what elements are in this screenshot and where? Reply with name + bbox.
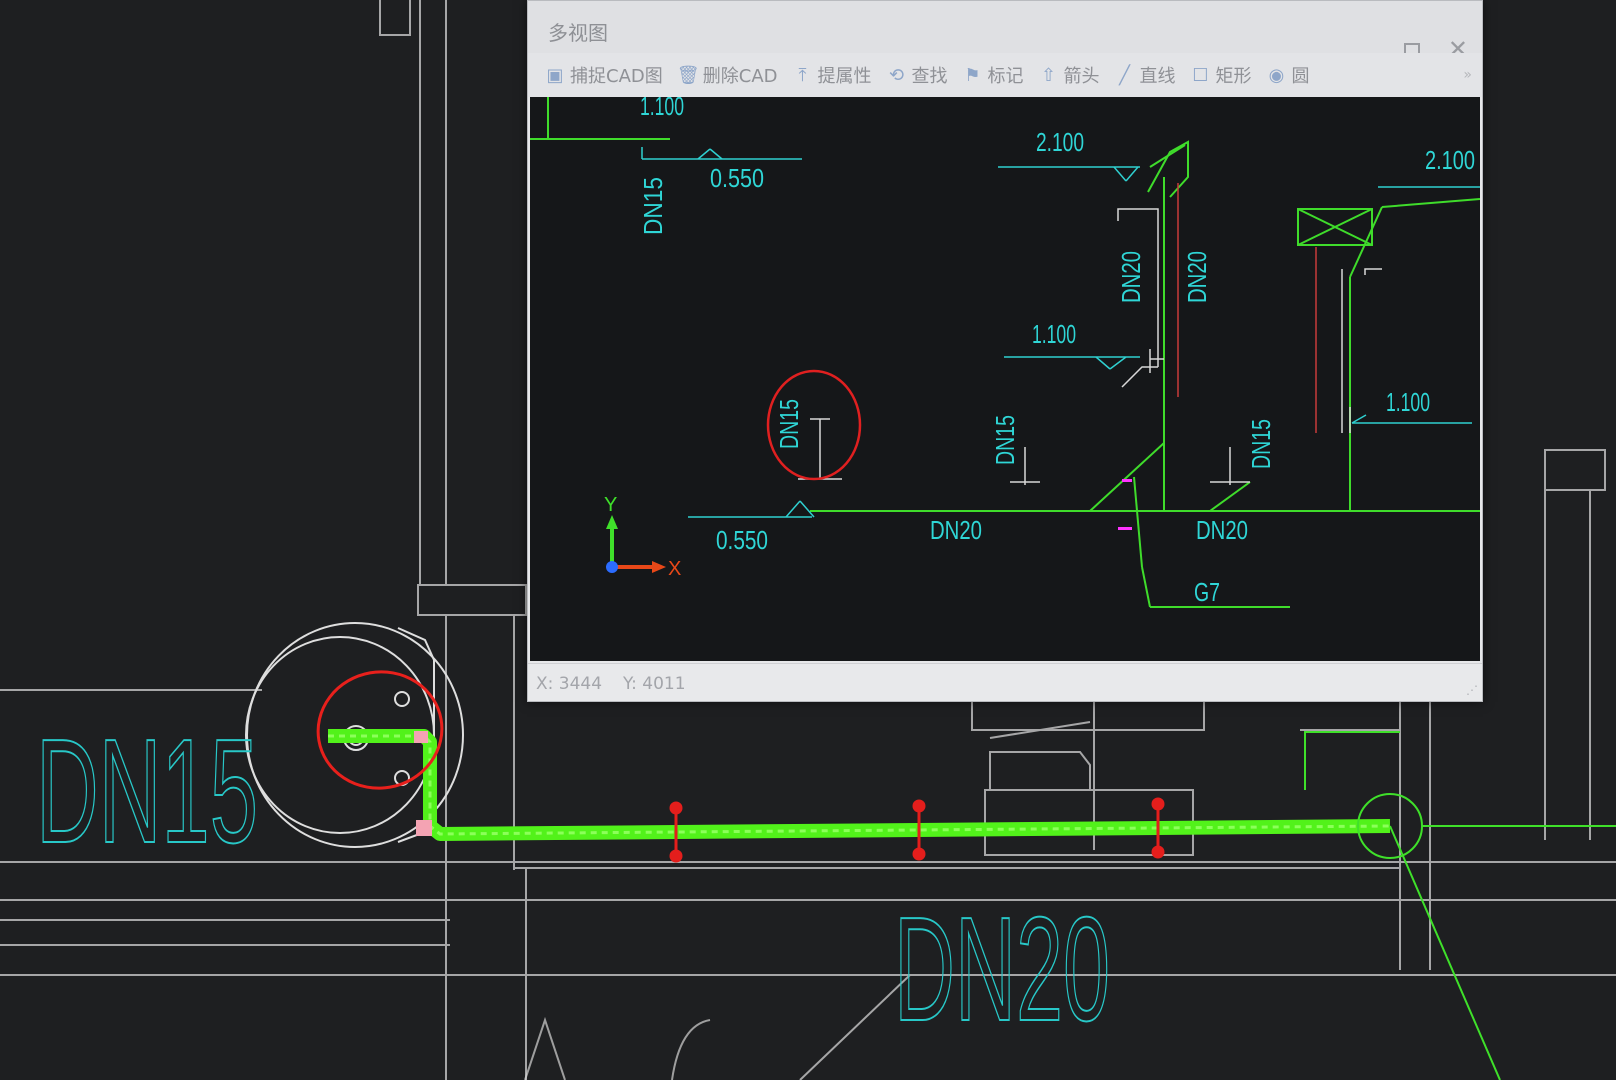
- line-icon: ╱: [1119, 64, 1130, 86]
- button-label: 标记: [987, 66, 1024, 87]
- button-label: 删除CAD: [702, 66, 778, 87]
- button-label: 查找: [911, 66, 948, 87]
- capture-cad-button[interactable]: ▣ 捕捉CAD图: [538, 55, 671, 95]
- dn20-label: DN20: [894, 887, 1110, 1052]
- pipe-label: DN15: [990, 415, 1020, 465]
- pipe-label: DN20: [930, 515, 982, 545]
- elevation-label: 2.100: [1036, 127, 1084, 157]
- extract-property-icon: ⤒: [798, 64, 807, 86]
- multiview-viewport[interactable]: 1.100 0.550 2.100 1.100 2.100 1.100 0.55…: [530, 97, 1480, 661]
- button-label: 提属性: [817, 66, 872, 87]
- resize-grip-icon[interactable]: ⋰: [1466, 683, 1478, 697]
- delete-cad-button[interactable]: 🗑 删除CAD: [671, 55, 786, 95]
- toolbar-overflow-icon[interactable]: »: [1463, 67, 1472, 83]
- x-coordinate-readout: X: 3444: [536, 674, 603, 694]
- window-title: 多视图: [548, 21, 608, 45]
- find-icon: ⟲: [888, 64, 905, 86]
- riser-label: G7: [1194, 577, 1220, 607]
- pipe-label: DN20: [1196, 515, 1248, 545]
- button-label: 直线: [1139, 66, 1176, 87]
- cad-capture-icon: ▣: [546, 64, 564, 86]
- system-diagram: 1.100 0.550 2.100 1.100 2.100 1.100 0.55…: [530, 97, 1480, 608]
- svg-text:DN15: DN15: [1246, 419, 1276, 469]
- button-label: 箭头: [1063, 66, 1100, 87]
- cad-markers: [1118, 479, 1132, 530]
- elevation-label: 1.100: [1386, 387, 1430, 417]
- elevation-label: 2.100: [1425, 145, 1475, 175]
- button-label: 捕捉CAD图: [570, 66, 663, 87]
- elevation-label: 1.100: [1032, 319, 1076, 349]
- elevation-label: 0.550: [710, 163, 764, 193]
- arrow-button[interactable]: ⇧ 箭头: [1032, 55, 1108, 95]
- arrow-icon: ⇧: [1040, 64, 1057, 86]
- circle-button[interactable]: ◉ 圆: [1260, 55, 1318, 95]
- ucs-axis-icon: Y X: [604, 494, 681, 580]
- find-button[interactable]: ⟲ 查找: [880, 55, 956, 95]
- button-label: 矩形: [1215, 66, 1252, 87]
- axis-y-label: Y: [604, 494, 617, 516]
- pipe-label: DN20: [1116, 251, 1146, 303]
- circle-icon: ◉: [1268, 64, 1285, 86]
- riser-symbol: [1304, 731, 1616, 1080]
- dn15-label: DN15: [36, 709, 258, 874]
- button-label: 圆: [1291, 66, 1310, 87]
- elevation-label: 0.550: [716, 525, 768, 555]
- selected-pipe[interactable]: [328, 729, 1391, 841]
- partial-text-bottom: [524, 1016, 711, 1080]
- extract-property-button[interactable]: ⤒ 提属性: [786, 55, 880, 95]
- window-titlebar[interactable]: 多视图 ✕: [528, 1, 1482, 63]
- trash-icon: 🗑: [676, 64, 700, 86]
- line-button[interactable]: ╱ 直线: [1108, 55, 1184, 95]
- y-coordinate-readout: Y: 4011: [623, 674, 686, 694]
- window-statusbar: X: 3444 Y: 4011 ⋰: [528, 663, 1482, 701]
- pipe-label-dn15-right: DN15: [1246, 419, 1276, 469]
- rectangle-icon: ☐: [1192, 64, 1209, 86]
- multiview-window[interactable]: 多视图 ✕ ▣ 捕捉CAD图 🗑 删除CAD ⤒ 提属性 ⟲ 查找 ⚑ 标记 ⇧ 箭头 ╱ 直…: [527, 0, 1483, 702]
- axis-x-label: X: [668, 558, 681, 580]
- elevation-label: 1.100: [640, 97, 684, 121]
- window-toolbar: ▣ 捕捉CAD图 🗑 删除CAD ⤒ 提属性 ⟲ 查找 ⚑ 标记 ⇧ 箭头 ╱ 直线 ☐ 矩形 …: [528, 53, 1482, 97]
- pipe-label: DN15: [638, 177, 668, 235]
- mark-button[interactable]: ⚑ 标记: [956, 55, 1032, 95]
- mark-icon: ⚑: [964, 64, 981, 86]
- pipe-label: DN20: [1182, 251, 1212, 303]
- rectangle-button[interactable]: ☐ 矩形: [1184, 55, 1260, 95]
- pipe-label: DN15: [774, 399, 804, 449]
